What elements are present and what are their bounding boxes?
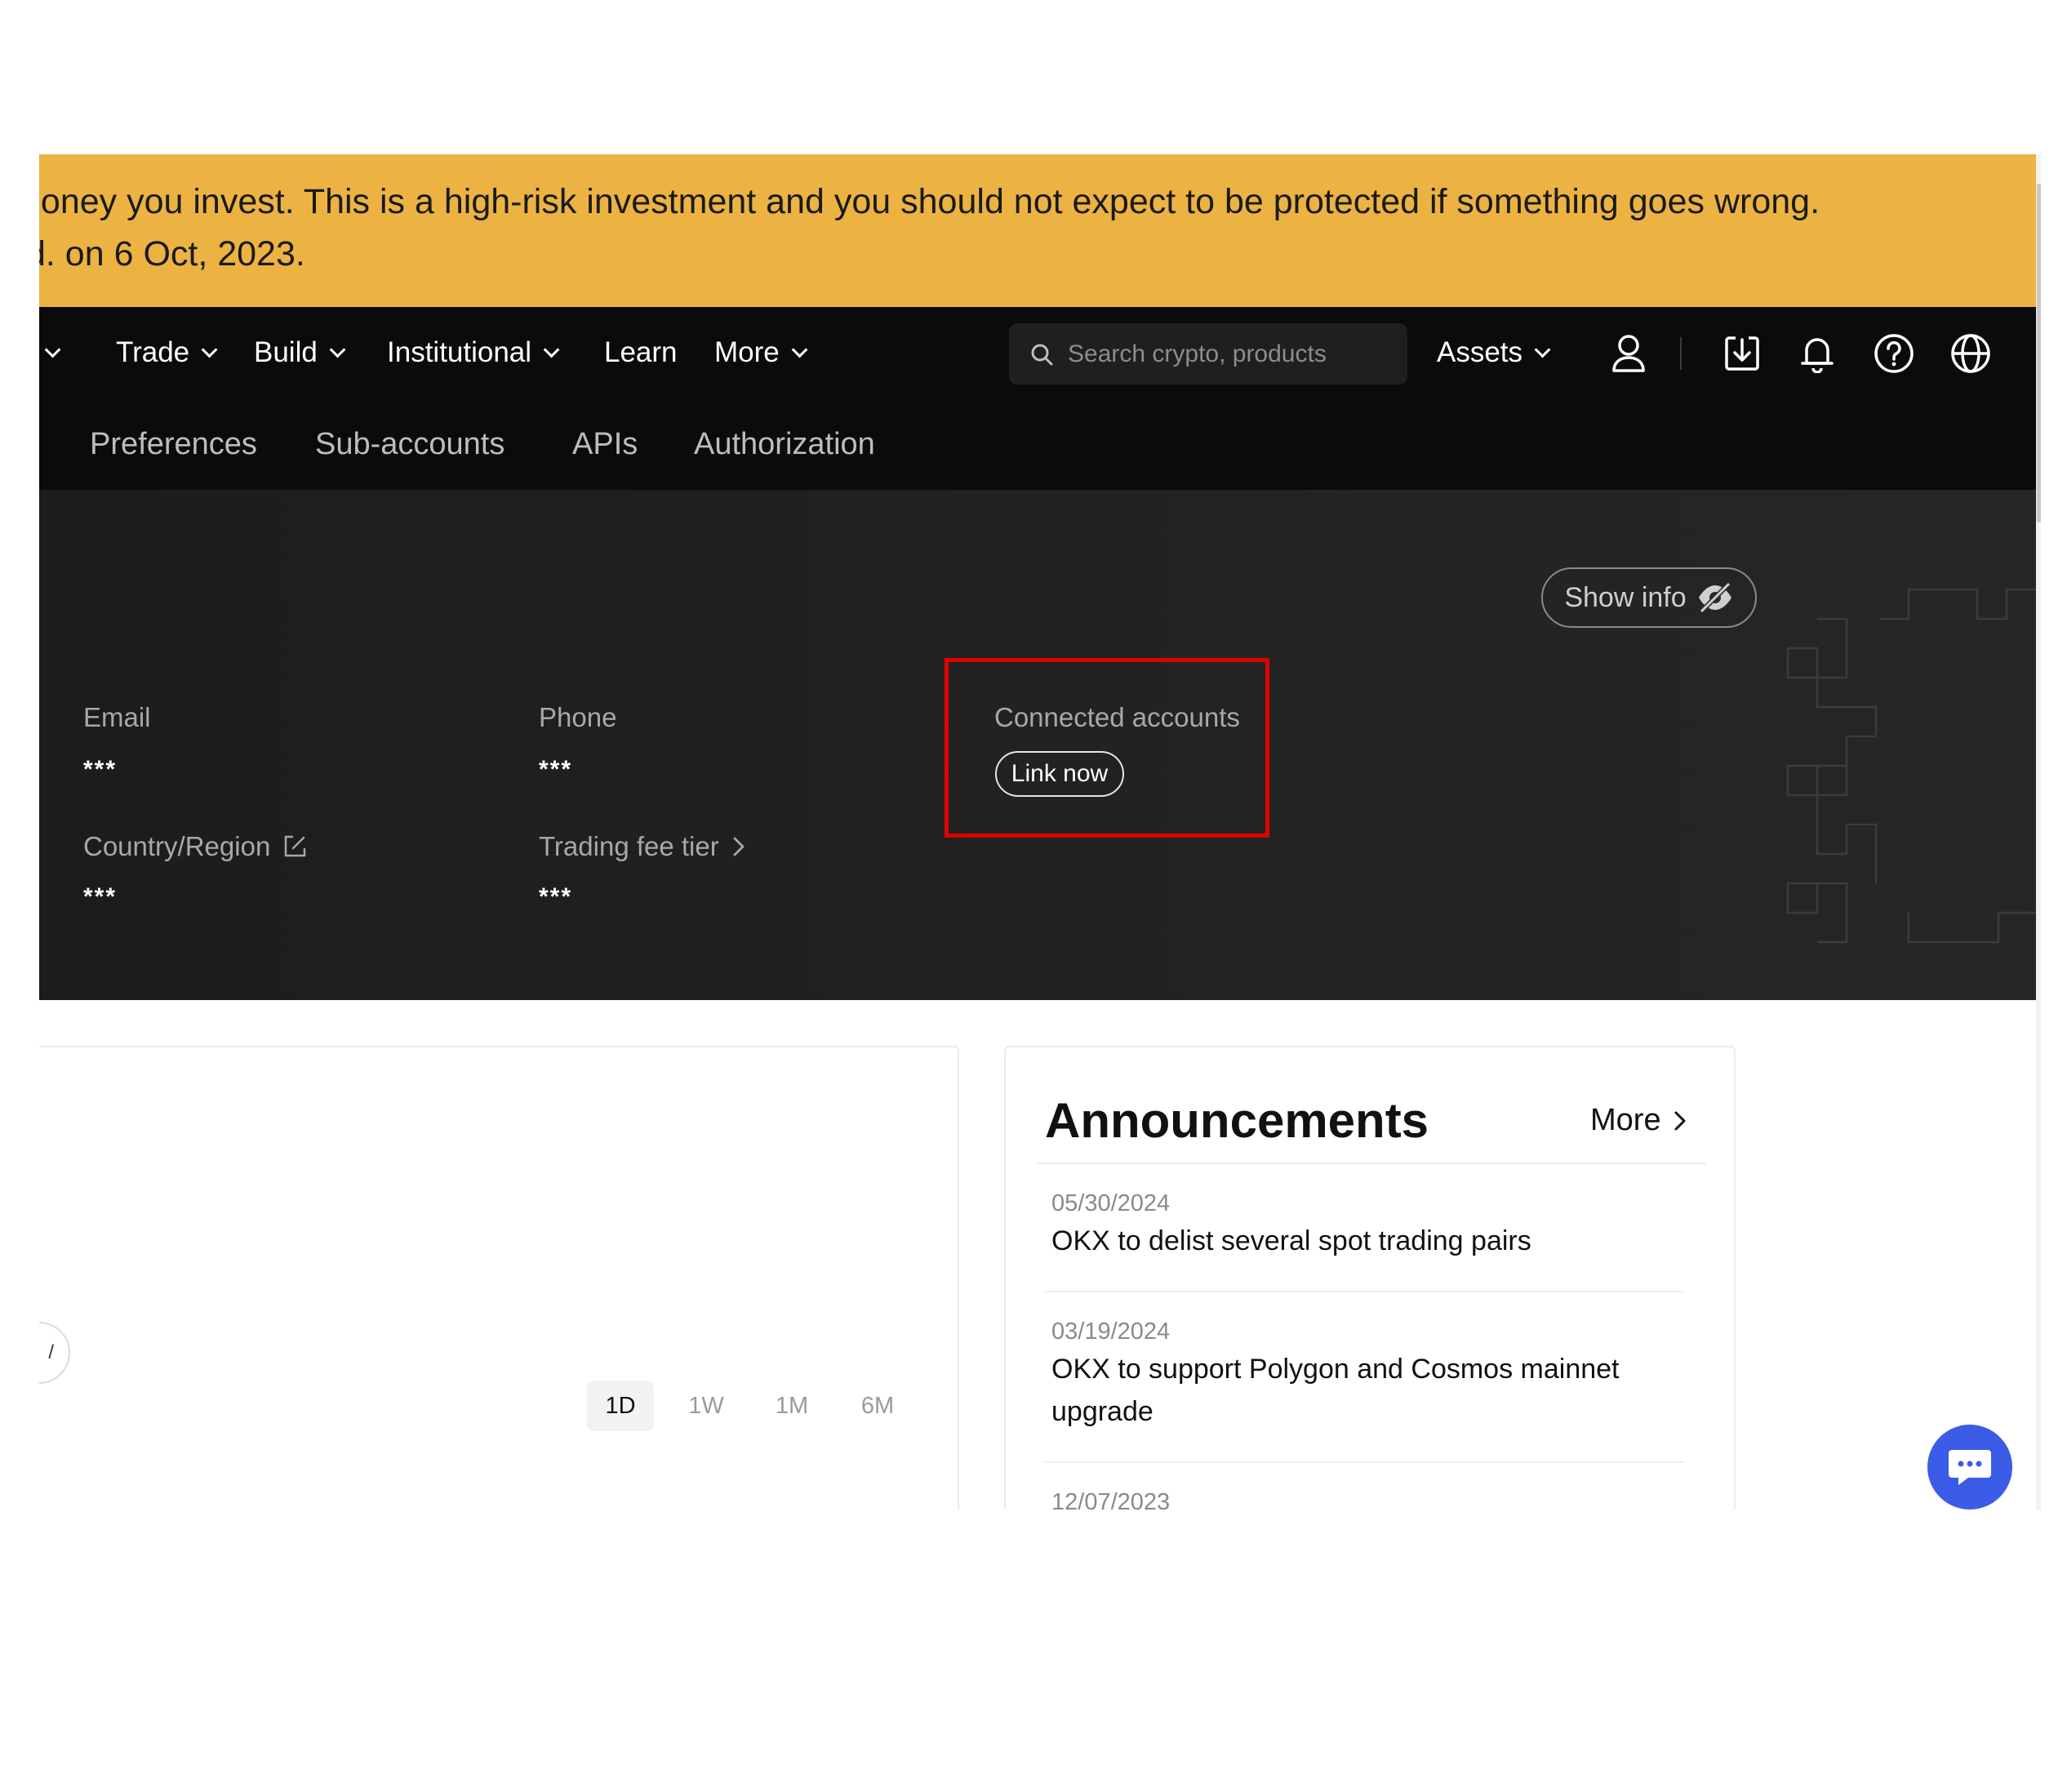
show-info-label: Show info [1564,581,1687,613]
period-tab-1m[interactable]: 1M [758,1381,825,1431]
chat-icon [1949,1450,1991,1485]
announcement-date: 05/30/2024 [1051,1190,1171,1216]
notifications-button[interactable] [1788,324,1847,383]
scrollbar-thumb[interactable] [2037,184,2041,522]
chevron-right-icon [1674,1111,1686,1130]
announcement-divider [1045,1461,1683,1463]
bell-icon [1801,338,1834,373]
language-button[interactable] [1941,324,2000,383]
announcement-link[interactable]: OKX to support Polygon and Cosmos mainne… [1051,1348,1672,1433]
tab-sub-accounts[interactable]: Sub-accounts [315,398,505,490]
chevron-down-icon [1534,341,1551,358]
header-divider [1680,337,1682,370]
page-frame: noney you invest. This is a high-risk in… [39,154,2036,1510]
nav-item-label: Learn [604,336,678,368]
nav-item-label: More [714,336,780,368]
nav-item-label: Institutional [387,336,532,368]
nav-item-institutional[interactable]: Institutional [387,307,560,398]
help-icon [1874,334,1914,373]
announcement-link[interactable]: OKX to delist several spot trading pairs [1051,1220,1672,1262]
chevron-down-icon [543,341,560,358]
trading-fee-tier-text: Trading fee tier [539,831,719,861]
period-tab-6m[interactable]: 6M [844,1381,911,1431]
announcements-divider [1035,1163,1706,1164]
country-region-value: *** [83,883,118,910]
download-app-button[interactable] [1713,324,1771,383]
user-icon [1612,335,1645,372]
profile-overview-panel: Show info Email *** Phone *** Connected … [39,490,2036,1000]
tab-apis[interactable]: APIs [572,398,638,490]
announcements-title: Announcements [1045,1093,1429,1148]
help-button[interactable] [1865,324,1923,383]
more-label: More [1590,1103,1661,1137]
announcement-divider [1045,1291,1683,1292]
nav-item-learn[interactable]: Learn [604,307,678,398]
asset-chart-card [39,1046,959,1510]
nav-item-assets[interactable]: Assets [1437,307,1551,398]
eye-off-icon [1698,581,1731,614]
download-icon [1725,336,1759,371]
edit-icon [285,835,306,857]
circular-nav-glyph: / [48,1341,54,1363]
show-info-button[interactable]: Show info [1541,567,1757,628]
country-region-text: Country/Region [83,831,271,861]
settings-subnav: Preferences Sub-accounts APIs Authorizat… [39,398,2036,490]
announcement-date: 12/07/2023 [1051,1489,1171,1510]
chevron-down-icon [44,341,61,358]
email-label-text: Email [83,702,151,732]
risk-warning-banner: noney you invest. This is a high-risk in… [39,154,2036,307]
phone-label-text: Phone [539,702,617,732]
search-box[interactable] [1009,323,1407,385]
chevron-down-icon [329,341,346,358]
announcement-date: 03/19/2024 [1051,1318,1171,1345]
phone-value: *** [539,756,573,783]
user-icon-button[interactable] [1599,324,1658,383]
chevron-down-icon [791,341,808,358]
phone-label: Phone [539,702,616,733]
banner-line-2: d. on 6 Oct, 2023. [39,234,305,273]
search-input[interactable] [1068,340,1394,368]
trading-fee-tier-value: *** [539,883,573,910]
decorative-pattern [1786,588,2036,944]
chat-support-button[interactable] [1927,1425,2012,1510]
nav-item-build[interactable]: Build [254,307,346,398]
nav-item-label: Trade [116,336,190,368]
announcements-more-link[interactable]: More [1590,1103,1687,1138]
nav-item-truncated[interactable] [44,307,61,398]
nav-item-more[interactable]: More [714,307,808,398]
trading-fee-tier-label[interactable]: Trading fee tier [539,831,747,862]
highlight-box [945,658,1269,838]
tab-authorization[interactable]: Authorization [694,398,875,490]
email-value: *** [83,756,118,783]
nav-item-label: Build [254,336,318,368]
period-tab-1d[interactable]: 1D [587,1381,654,1431]
period-tab-1w[interactable]: 1W [673,1381,740,1431]
chevron-right-icon [733,837,745,856]
country-region-label[interactable]: Country/Region [83,831,308,862]
banner-line-1: noney you invest. This is a high-risk in… [39,182,1820,221]
search-icon [1031,344,1053,365]
chevron-down-icon [201,341,218,358]
email-label: Email [83,702,151,733]
nav-item-trade[interactable]: Trade [116,307,218,398]
tab-preferences[interactable]: Preferences [90,398,257,490]
globe-icon [1951,334,1990,373]
nav-item-label: Assets [1437,336,1523,368]
